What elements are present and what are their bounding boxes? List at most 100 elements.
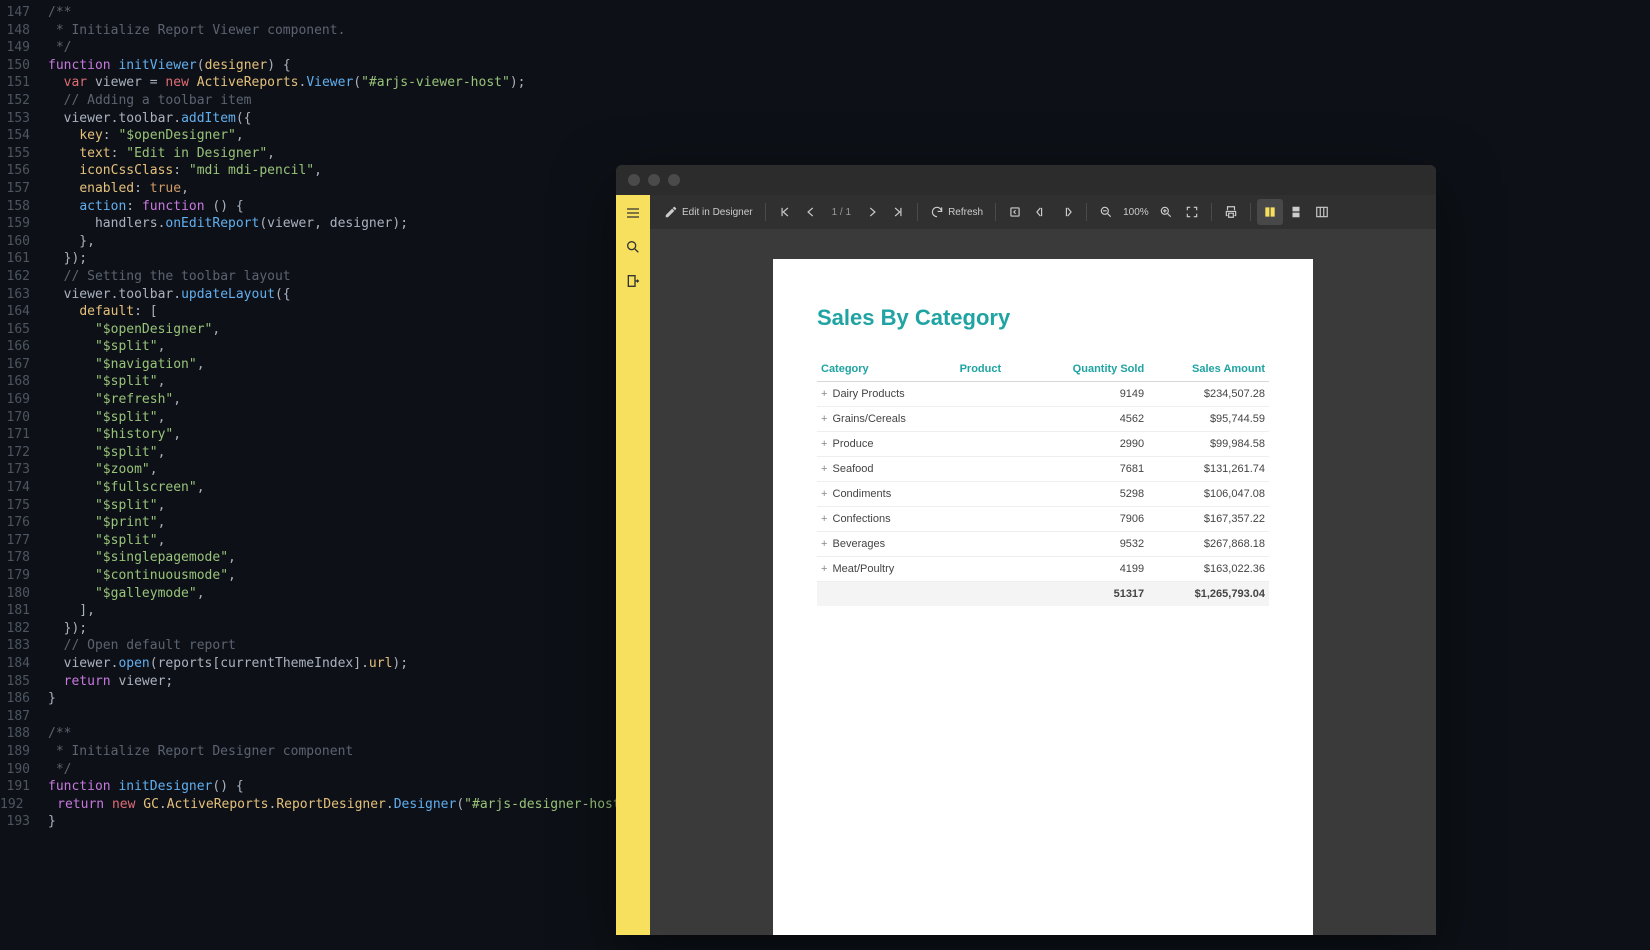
code-line[interactable]: 157 enabled: true,: [0, 180, 620, 198]
galley-mode-button[interactable]: [1309, 199, 1335, 225]
code-line[interactable]: 161 });: [0, 250, 620, 268]
line-number: 162: [0, 268, 48, 286]
code-line[interactable]: 176 "$print",: [0, 514, 620, 532]
code-line[interactable]: 193}: [0, 813, 620, 831]
code-line[interactable]: 178 "$singlepagemode",: [0, 549, 620, 567]
window-maximize-icon[interactable]: [668, 174, 680, 186]
window-close-icon[interactable]: [628, 174, 640, 186]
table-row[interactable]: + Beverages9532$267,868.18: [817, 532, 1269, 557]
table-row[interactable]: + Condiments5298$106,047.08: [817, 482, 1269, 507]
table-row[interactable]: + Confections7906$167,357.22: [817, 507, 1269, 532]
code-line[interactable]: 187: [0, 708, 620, 726]
code-line[interactable]: 179 "$continuousmode",: [0, 567, 620, 585]
code-line[interactable]: 154 key: "$openDesigner",: [0, 127, 620, 145]
code-line[interactable]: 184 viewer.open(reports[currentThemeInde…: [0, 655, 620, 673]
zoom-out-button[interactable]: [1093, 199, 1119, 225]
line-number: 184: [0, 655, 48, 673]
report-canvas[interactable]: Sales By Category Category Product Quant…: [650, 229, 1436, 935]
code-line[interactable]: 191function initDesigner() {: [0, 778, 620, 796]
code-line[interactable]: 169 "$refresh",: [0, 391, 620, 409]
edit-in-designer-button[interactable]: Edit in Designer: [658, 199, 759, 225]
menu-icon[interactable]: [625, 205, 641, 221]
table-row[interactable]: + Seafood7681$131,261.74: [817, 457, 1269, 482]
code-editor[interactable]: 147/**148 * Initialize Report Viewer com…: [0, 0, 620, 831]
expand-icon[interactable]: +: [821, 538, 827, 550]
cell-product: [956, 407, 1030, 432]
code-content: /**: [48, 725, 71, 743]
code-line[interactable]: 168 "$split",: [0, 373, 620, 391]
expand-icon[interactable]: +: [821, 438, 827, 450]
code-line[interactable]: 166 "$split",: [0, 338, 620, 356]
code-line[interactable]: 188/**: [0, 725, 620, 743]
code-line[interactable]: 167 "$navigation",: [0, 356, 620, 374]
code-line[interactable]: 147/**: [0, 4, 620, 22]
print-button[interactable]: [1218, 199, 1244, 225]
table-row[interactable]: + Produce2990$99,984.58: [817, 432, 1269, 457]
code-line[interactable]: 159 handlers.onEditReport(viewer, design…: [0, 215, 620, 233]
code-line[interactable]: 150function initViewer(designer) {: [0, 57, 620, 75]
refresh-button[interactable]: Refresh: [924, 199, 989, 225]
window-minimize-icon[interactable]: [648, 174, 660, 186]
code-line[interactable]: 171 "$history",: [0, 426, 620, 444]
code-line[interactable]: 180 "$galleymode",: [0, 585, 620, 603]
table-row[interactable]: + Dairy Products9149$234,507.28: [817, 382, 1269, 407]
code-line[interactable]: 163 viewer.toolbar.updateLayout({: [0, 286, 620, 304]
export-icon[interactable]: [625, 273, 641, 289]
code-line[interactable]: 156 iconCssClass: "mdi mdi-pencil",: [0, 162, 620, 180]
code-line[interactable]: 172 "$split",: [0, 444, 620, 462]
cell-category: + Produce: [817, 432, 956, 457]
code-line[interactable]: 189 * Initialize Report Designer compone…: [0, 743, 620, 761]
first-page-button[interactable]: [772, 199, 798, 225]
table-row[interactable]: + Grains/Cereals4562$95,744.59: [817, 407, 1269, 432]
code-line[interactable]: 155 text: "Edit in Designer",: [0, 145, 620, 163]
line-number: 193: [0, 813, 48, 831]
history-forward-button[interactable]: [1054, 199, 1080, 225]
single-page-mode-button[interactable]: [1257, 199, 1283, 225]
code-content: */: [48, 761, 71, 779]
code-content: viewer.open(reports[currentThemeIndex].u…: [48, 655, 408, 673]
code-line[interactable]: 177 "$split",: [0, 532, 620, 550]
next-page-button[interactable]: [859, 199, 885, 225]
code-line[interactable]: 186}: [0, 690, 620, 708]
expand-icon[interactable]: +: [821, 413, 827, 425]
code-content: });: [48, 620, 87, 638]
search-icon[interactable]: [625, 239, 641, 255]
code-line[interactable]: 153 viewer.toolbar.addItem({: [0, 110, 620, 128]
code-line[interactable]: 190 */: [0, 761, 620, 779]
code-line[interactable]: 152 // Adding a toolbar item: [0, 92, 620, 110]
prev-page-button[interactable]: [798, 199, 824, 225]
expand-icon[interactable]: +: [821, 563, 827, 575]
history-parent-button[interactable]: [1028, 199, 1054, 225]
code-line[interactable]: 165 "$openDesigner",: [0, 321, 620, 339]
code-line[interactable]: 170 "$split",: [0, 409, 620, 427]
history-back-button[interactable]: [1002, 199, 1028, 225]
code-line[interactable]: 175 "$split",: [0, 497, 620, 515]
expand-icon[interactable]: +: [821, 388, 827, 400]
page-indicator: 1 / 1: [824, 207, 859, 218]
code-line[interactable]: 164 default: [: [0, 303, 620, 321]
line-number: 174: [0, 479, 48, 497]
code-line[interactable]: 149 */: [0, 39, 620, 57]
code-line[interactable]: 183 // Open default report: [0, 637, 620, 655]
code-line[interactable]: 181 ],: [0, 602, 620, 620]
zoom-in-button[interactable]: [1153, 199, 1179, 225]
code-line[interactable]: 174 "$fullscreen",: [0, 479, 620, 497]
table-row[interactable]: + Meat/Poultry4199$163,022.36: [817, 557, 1269, 582]
code-line[interactable]: 158 action: function () {: [0, 198, 620, 216]
code-line[interactable]: 173 "$zoom",: [0, 461, 620, 479]
code-line[interactable]: 160 },: [0, 233, 620, 251]
continuous-mode-button[interactable]: [1283, 199, 1309, 225]
expand-icon[interactable]: +: [821, 463, 827, 475]
expand-icon[interactable]: +: [821, 488, 827, 500]
code-line[interactable]: 148 * Initialize Report Viewer component…: [0, 22, 620, 40]
last-page-button[interactable]: [885, 199, 911, 225]
fullscreen-button[interactable]: [1179, 199, 1205, 225]
code-line[interactable]: 182 });: [0, 620, 620, 638]
code-line[interactable]: 185 return viewer;: [0, 673, 620, 691]
expand-icon[interactable]: +: [821, 513, 827, 525]
cell-amount: $167,357.22: [1148, 507, 1269, 532]
code-line[interactable]: 162 // Setting the toolbar layout: [0, 268, 620, 286]
code-line[interactable]: 192 return new GC.ActiveReports.ReportDe…: [0, 796, 620, 814]
code-line[interactable]: 151 var viewer = new ActiveReports.Viewe…: [0, 74, 620, 92]
code-content: * Initialize Report Designer component: [48, 743, 353, 761]
